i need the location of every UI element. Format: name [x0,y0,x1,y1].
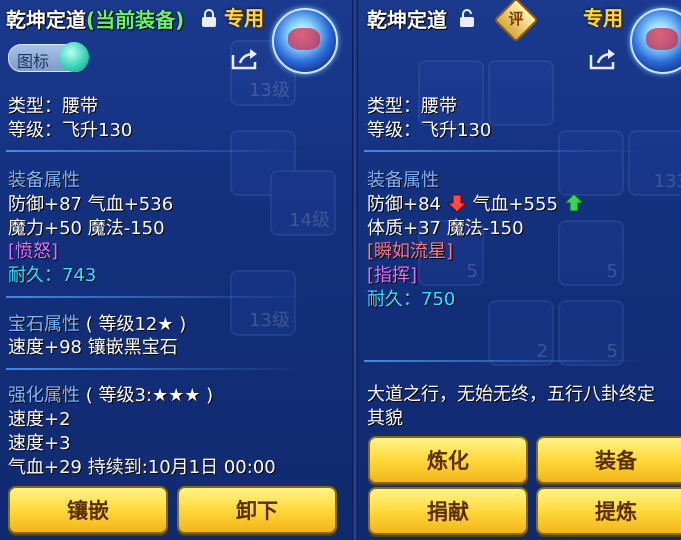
divider [6,150,306,152]
gem-header: 宝石属性 [8,314,80,335]
arrow-down-icon [446,194,467,213]
attribute-line: 防御+84 气血+555 [367,190,584,216]
review-label: 评 [508,10,524,28]
bg-slot [558,130,624,196]
share-icon[interactable] [230,47,260,71]
bg-slot: 14级 [270,170,336,236]
item-level: 等级：飞升130 [8,120,133,141]
compare-equipment-panel: 133 5 5 2 5 乾坤定道 评 专用 类型：腰带 等级：飞升130 装备属… [358,0,681,540]
bg-slot: 2 [488,300,554,366]
lock-closed-icon[interactable] [201,9,217,27]
attributes-header: 装备属性 [8,170,80,191]
divider [6,368,306,370]
toggle-knob-icon [59,42,89,72]
enhance-line: 速度+2 [8,409,71,430]
share-icon[interactable] [588,47,618,71]
special-effect: [愤怒] [8,241,59,262]
hp-value: 气血+555 [472,194,558,215]
item-type: 类型：腰带 [367,96,457,117]
icon-toggle[interactable]: 图标 [8,42,89,72]
arrow-up-icon [563,193,584,212]
enhance-line: 速度+3 [8,433,71,454]
special-skill: [指挥] [367,265,418,286]
item-name: 乾坤定道 [367,8,447,32]
durability: 耐久：743 [8,265,97,286]
defense-value: 防御+84 [367,194,441,215]
special-effect: [瞬如流星] [367,241,454,262]
enhance-line: 气血+29 持续到:10月1日 00:00 [8,457,276,478]
item-type: 类型：腰带 [8,96,98,117]
equip-button[interactable]: 装备 [536,436,681,484]
gem-line: 速度+98 镶嵌黑宝石 [8,337,178,358]
current-equipment-panel: 13级 14级 13级 乾坤定道(当前装备) 专用 图标 类型：腰带 等级：飞升… [0,0,354,540]
bg-slot: 133 [628,130,681,196]
item-description: 其貌 [367,408,403,429]
item-name: 乾坤定道 [6,8,86,32]
divider [364,150,644,152]
enhance-header-row: 强化属性 ( 等级3:★★★ ) [8,381,213,407]
item-level: 等级：飞升130 [367,120,492,141]
bg-slot: 5 [558,300,624,366]
divider [364,360,644,362]
item-description: 大道之行，无始无终，五行八卦终定 [367,384,655,405]
enhance-level: ( 等级3:★★★ ) [85,385,214,406]
enhance-header: 强化属性 [8,385,80,406]
unequip-button[interactable]: 卸下 [177,486,337,534]
refine-button[interactable]: 炼化 [368,436,528,484]
bg-slot [488,60,554,126]
bg-slot: 13级 [230,270,296,336]
exclusive-label: 专用 [583,6,623,30]
bg-slot: 5 [558,220,624,286]
divider [6,296,306,298]
gem-level: ( 等级12★ ) [85,314,187,335]
item-title: 乾坤定道(当前装备) [6,4,184,33]
attribute-line: 防御+87 气血+536 [8,194,174,215]
item-emblem-icon [272,8,338,74]
extract-button[interactable]: 提炼 [536,487,681,535]
icon-toggle-label: 图标 [17,52,50,71]
donate-button[interactable]: 捐献 [368,487,528,535]
lock-open-icon[interactable] [459,9,475,27]
inlay-button[interactable]: 镶嵌 [8,486,168,534]
exclusive-label: 专用 [224,6,264,30]
durability: 耐久：750 [367,289,456,310]
equipped-status: (当前装备) [86,8,185,32]
attributes-header: 装备属性 [367,170,439,191]
